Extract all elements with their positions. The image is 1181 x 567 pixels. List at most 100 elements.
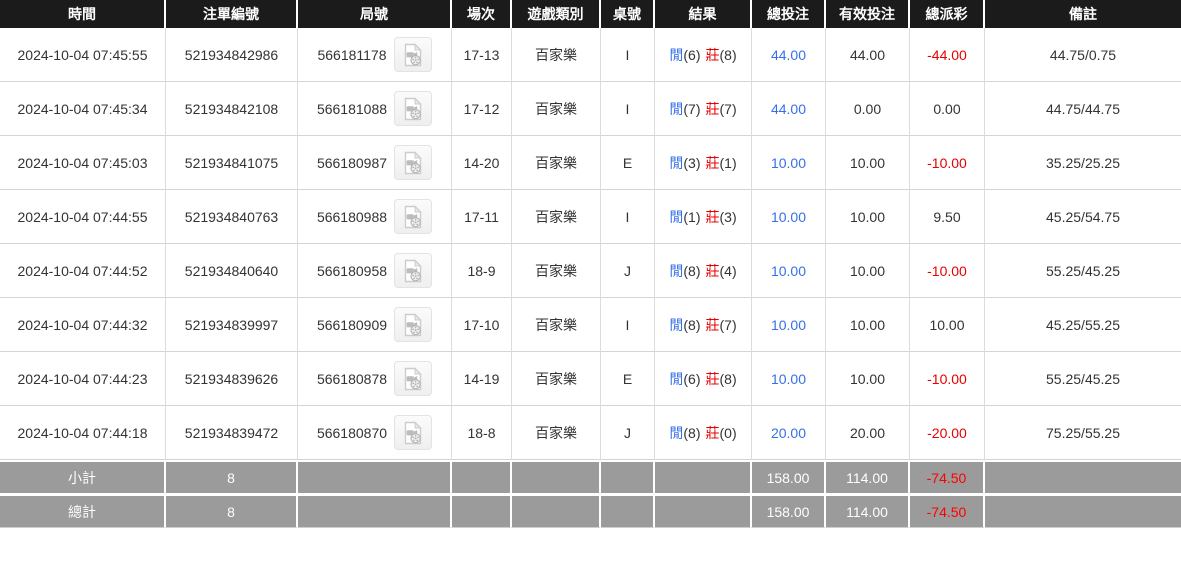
subtotal-payout: -74.50 — [910, 460, 985, 496]
total-bet-cell: 20.00 — [752, 406, 826, 460]
remark-cell: 35.25/25.25 — [985, 136, 1181, 190]
video-file-icon — [401, 151, 425, 175]
grand-total-valid-bet: 114.00 — [826, 496, 910, 528]
bet-no-cell: 521934839997 — [166, 298, 298, 352]
table-header: 時間 注單編號 局號 場次 遊戲類別 桌號 結果 總投注 有效投注 總派彩 備註 — [0, 0, 1181, 28]
valid-bet-cell: 10.00 — [826, 298, 910, 352]
game-type-cell: 百家樂 — [512, 136, 601, 190]
result-player-label: 閒 — [669, 101, 683, 117]
result-cell: 閒(3)莊(1) — [655, 136, 752, 190]
result-player-label: 閒 — [669, 209, 683, 225]
table-row: 2024-10-04 07:45:55 521934842986 5661811… — [0, 28, 1181, 82]
round-no: 566180958 — [317, 263, 387, 279]
result-player-label: 閒 — [669, 263, 683, 279]
round-no: 566181088 — [317, 101, 387, 117]
result-cell: 閒(8) 莊(7) — [655, 298, 752, 352]
result-player-points: (8) — [683, 317, 700, 333]
valid-bet-cell: 10.00 — [826, 352, 910, 406]
grand-total-row: 總計 8 158.00 114.00 -74.50 — [0, 496, 1181, 528]
grand-total-count: 8 — [166, 496, 298, 528]
round-no-cell: 566180958 — [298, 244, 452, 298]
table-row: 2024-10-04 07:44:55 521934840763 5661809… — [0, 190, 1181, 244]
total-bet-cell: 10.00 — [752, 190, 826, 244]
total-bet-cell: 10.00 — [752, 244, 826, 298]
video-replay-button[interactable] — [394, 91, 432, 126]
video-file-icon — [401, 259, 425, 283]
video-replay-button[interactable] — [394, 361, 432, 396]
round-no: 566180870 — [317, 425, 387, 441]
result-player-label: 閒 — [669, 425, 683, 441]
result-cell: 閒(7)莊(7) — [655, 82, 752, 136]
game-type-cell: 百家樂 — [512, 406, 601, 460]
result-banker-points: (7) — [720, 317, 737, 333]
remark-cell: 45.25/55.25 — [985, 298, 1181, 352]
table-no-cell: I — [601, 190, 655, 244]
video-file-icon — [401, 97, 425, 121]
total-bet-cell: 10.00 — [752, 298, 826, 352]
result-player-points: (1) — [683, 209, 700, 225]
table-row: 2024-10-04 07:44:18 521934839472 5661808… — [0, 406, 1181, 460]
remark-cell: 44.75/44.75 — [985, 82, 1181, 136]
table-no-cell: J — [601, 244, 655, 298]
valid-bet-cell: 0.00 — [826, 82, 910, 136]
subtotal-label: 小計 — [0, 460, 166, 496]
session-cell: 17-10 — [452, 298, 512, 352]
result-player-points: (6) — [683, 371, 700, 387]
video-replay-button[interactable] — [394, 307, 432, 342]
result-banker-points: (4) — [720, 263, 737, 279]
result-player-points: (6) — [683, 47, 700, 63]
total-bet-cell: 44.00 — [752, 28, 826, 82]
video-file-icon — [401, 313, 425, 337]
result-player-label: 閒 — [669, 317, 683, 333]
video-replay-button[interactable] — [394, 145, 432, 180]
video-replay-button[interactable] — [394, 253, 432, 288]
payout-cell: -10.00 — [910, 136, 985, 190]
table-row: 2024-10-04 07:44:52 521934840640 5661809… — [0, 244, 1181, 298]
subtotal-count: 8 — [166, 460, 298, 496]
game-type-cell: 百家樂 — [512, 28, 601, 82]
grand-total-total-bet: 158.00 — [752, 496, 826, 528]
round-no-cell: 566180870 — [298, 406, 452, 460]
table-row: 2024-10-04 07:44:32 521934839997 5661809… — [0, 298, 1181, 352]
session-cell: 18-9 — [452, 244, 512, 298]
round-no: 566180987 — [317, 155, 387, 171]
col-header-game-type: 遊戲類別 — [512, 0, 601, 28]
valid-bet-cell: 20.00 — [826, 406, 910, 460]
round-no-cell: 566180987 — [298, 136, 452, 190]
result-player-points: (3) — [683, 155, 700, 171]
table-no-cell: I — [601, 28, 655, 82]
time-cell: 2024-10-04 07:45:34 — [0, 82, 166, 136]
table-no-cell: E — [601, 136, 655, 190]
video-replay-button[interactable] — [394, 199, 432, 234]
result-banker-label: 莊 — [706, 317, 720, 333]
video-replay-button[interactable] — [394, 37, 432, 72]
round-no-cell: 566180878 — [298, 352, 452, 406]
bet-no-cell: 521934840640 — [166, 244, 298, 298]
time-cell: 2024-10-04 07:45:03 — [0, 136, 166, 190]
video-replay-button[interactable] — [394, 415, 432, 450]
valid-bet-cell: 10.00 — [826, 244, 910, 298]
game-type-cell: 百家樂 — [512, 190, 601, 244]
col-header-round-no: 局號 — [298, 0, 452, 28]
round-no-cell: 566181178 — [298, 28, 452, 82]
result-banker-points: (7) — [720, 101, 737, 117]
remark-cell: 55.25/45.25 — [985, 352, 1181, 406]
payout-cell: 10.00 — [910, 298, 985, 352]
col-header-table-no: 桌號 — [601, 0, 655, 28]
col-header-total-bet: 總投注 — [752, 0, 826, 28]
valid-bet-cell: 44.00 — [826, 28, 910, 82]
session-cell: 17-11 — [452, 190, 512, 244]
time-cell: 2024-10-04 07:44:18 — [0, 406, 166, 460]
subtotal-row: 小計 8 158.00 114.00 -74.50 — [0, 460, 1181, 496]
result-cell: 閒(8)莊(0) — [655, 406, 752, 460]
table-no-cell: E — [601, 352, 655, 406]
result-player-points: (8) — [683, 425, 700, 441]
video-file-icon — [401, 367, 425, 391]
payout-cell: -44.00 — [910, 28, 985, 82]
round-no-cell: 566180988 — [298, 190, 452, 244]
col-header-time: 時間 — [0, 0, 166, 28]
col-header-bet-no: 注單編號 — [166, 0, 298, 28]
bet-no-cell: 521934839626 — [166, 352, 298, 406]
time-cell: 2024-10-04 07:44:32 — [0, 298, 166, 352]
bet-no-cell: 521934842986 — [166, 28, 298, 82]
